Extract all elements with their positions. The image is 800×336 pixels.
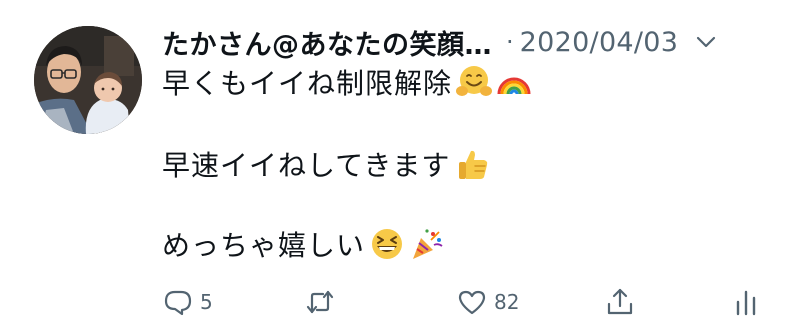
tweet-header: たかさん@あなたの笑顔… · 2020/04/03 bbox=[162, 22, 782, 62]
tweet-timestamp[interactable]: 2020/04/03 bbox=[520, 27, 679, 58]
like-count: 82 bbox=[494, 290, 520, 314]
thumbs-up-emoji bbox=[454, 146, 490, 182]
like-button[interactable]: 82 bbox=[456, 282, 519, 322]
author-display-name[interactable]: たかさん@あなたの笑顔… bbox=[162, 23, 492, 62]
tweet-action-bar: 5 82 bbox=[0, 282, 800, 322]
tweet-text-line-2: 早速イイねしてきます bbox=[162, 149, 451, 182]
header-separator: · bbox=[506, 28, 514, 56]
reply-count: 5 bbox=[200, 290, 213, 314]
party-popper-emoji bbox=[409, 226, 445, 262]
share-icon bbox=[607, 288, 633, 315]
avatar-image bbox=[34, 26, 142, 134]
rainbow-emoji bbox=[496, 64, 532, 100]
grinning-squinting-face-emoji bbox=[369, 226, 405, 262]
tweet-text-line: 早速イイねしてきます bbox=[162, 142, 490, 186]
reply-icon bbox=[164, 290, 192, 316]
chevron-down-icon[interactable] bbox=[694, 30, 718, 54]
tweet-text-line: 早くもイイね制限解除 bbox=[162, 60, 532, 104]
tweet-text-line-1: 早くもイイね制限解除 bbox=[162, 67, 453, 100]
share-button[interactable] bbox=[604, 282, 636, 322]
hugging-face-emoji bbox=[456, 64, 493, 100]
analytics-button[interactable] bbox=[730, 282, 762, 322]
analytics-icon bbox=[736, 290, 756, 316]
tweet-card[interactable]: たかさん@あなたの笑顔… · 2020/04/03 早くもイイね制限解除 早速イ… bbox=[0, 0, 800, 336]
tweet-text-line-3: めっちゃ嬉しい bbox=[162, 229, 366, 262]
reply-button[interactable]: 5 bbox=[162, 282, 213, 322]
like-icon bbox=[458, 290, 486, 315]
retweet-button[interactable] bbox=[304, 282, 342, 322]
avatar[interactable] bbox=[34, 26, 142, 134]
tweet-text-line: めっちゃ嬉しい bbox=[162, 222, 445, 266]
retweet-icon bbox=[306, 290, 334, 314]
